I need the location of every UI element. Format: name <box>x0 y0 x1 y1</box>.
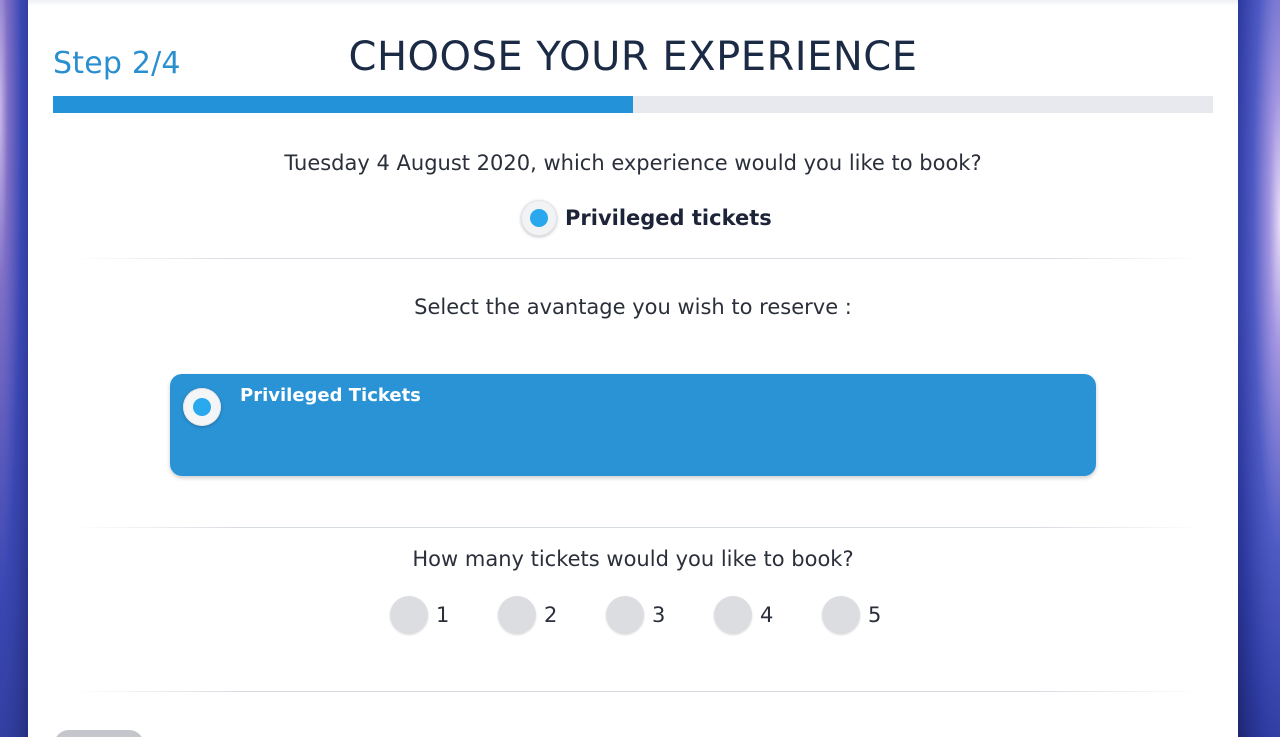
tickets-question: How many tickets would you like to book? <box>412 547 854 571</box>
back-button[interactable] <box>54 730 144 737</box>
ticket-quantity-label: 3 <box>652 603 666 627</box>
experience-radio[interactable] <box>521 200 557 236</box>
divider <box>73 691 1203 692</box>
ticket-quantity-option-3[interactable]: 3 <box>606 596 714 634</box>
ticket-quantity-label: 1 <box>436 603 450 627</box>
experience-option-privileged-tickets[interactable]: Privileged tickets <box>521 200 772 236</box>
ticket-quantity-label: 2 <box>544 603 558 627</box>
background-right <box>1238 0 1280 737</box>
progress-bar-fill <box>53 96 633 113</box>
ticket-quantity-radio[interactable] <box>390 596 428 634</box>
ticket-quantity-options: 1 2 3 4 5 <box>390 596 930 634</box>
experience-option-label: Privileged tickets <box>565 206 772 230</box>
page-title: CHOOSE YOUR EXPERIENCE <box>348 34 918 80</box>
advantage-card-privileged-tickets[interactable]: Privileged Tickets <box>170 374 1096 476</box>
ticket-quantity-option-1[interactable]: 1 <box>390 596 498 634</box>
ticket-quantity-option-2[interactable]: 2 <box>498 596 606 634</box>
radio-selected-dot <box>193 398 211 416</box>
ticket-quantity-label: 4 <box>760 603 774 627</box>
ticket-quantity-radio[interactable] <box>498 596 536 634</box>
ticket-quantity-option-4[interactable]: 4 <box>714 596 822 634</box>
ticket-quantity-radio[interactable] <box>714 596 752 634</box>
advantage-radio[interactable] <box>183 388 221 426</box>
ticket-quantity-radio[interactable] <box>606 596 644 634</box>
panel-top-shade <box>28 0 1238 6</box>
booking-panel: Step 2/4 CHOOSE YOUR EXPERIENCE Tuesday … <box>28 0 1238 737</box>
ticket-quantity-option-5[interactable]: 5 <box>822 596 930 634</box>
divider <box>73 527 1203 528</box>
radio-selected-dot <box>530 209 548 227</box>
background-left <box>0 0 28 737</box>
experience-question: Tuesday 4 August 2020, which experience … <box>284 151 982 175</box>
advantage-card-label: Privileged Tickets <box>240 385 421 406</box>
progress-bar <box>53 96 1213 113</box>
divider <box>73 258 1203 259</box>
ticket-quantity-radio[interactable] <box>822 596 860 634</box>
advantage-question: Select the avantage you wish to reserve … <box>414 295 852 319</box>
ticket-quantity-label: 5 <box>868 603 882 627</box>
